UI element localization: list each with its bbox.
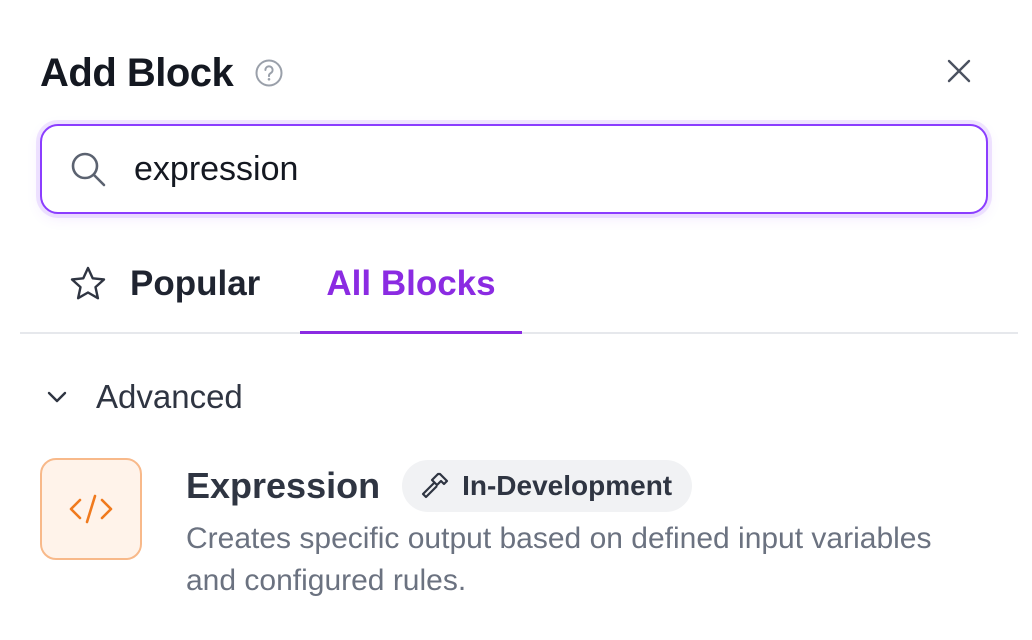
block-title-row: Expression In-Development (186, 460, 693, 512)
status-badge: In-Development (402, 460, 693, 512)
active-tab-indicator (300, 331, 522, 334)
block-description: Creates specific output based on defined… (186, 522, 932, 597)
tab-popular[interactable]: Popular (68, 236, 260, 332)
add-block-panel: Add Block expression Popular All Blocks … (0, 0, 1032, 640)
question-circle-icon[interactable] (253, 57, 285, 89)
panel-header: Add Block (40, 48, 285, 98)
section-advanced-header[interactable]: Advanced (40, 372, 243, 422)
chevron-down-icon (40, 380, 74, 414)
badge-label: In-Development (462, 470, 673, 501)
close-button[interactable] (940, 54, 978, 92)
close-icon (945, 57, 973, 90)
block-item-expression[interactable]: Expression In-Development Creates specif… (40, 458, 980, 598)
search-icon (68, 149, 108, 189)
section-label: Advanced (96, 378, 243, 415)
tab-all-blocks[interactable]: All Blocks (300, 236, 522, 334)
tab-all-blocks-label: All Blocks (326, 264, 496, 303)
hammer-icon (420, 471, 450, 501)
code-icon (40, 458, 142, 560)
tab-bar: Popular All Blocks (20, 236, 1018, 334)
tab-popular-label: Popular (130, 264, 261, 303)
search-input[interactable] (134, 149, 894, 189)
block-title: Expression (186, 465, 381, 506)
star-icon (68, 264, 108, 304)
panel-title: Add Block (40, 50, 234, 95)
search-box[interactable] (40, 124, 988, 214)
